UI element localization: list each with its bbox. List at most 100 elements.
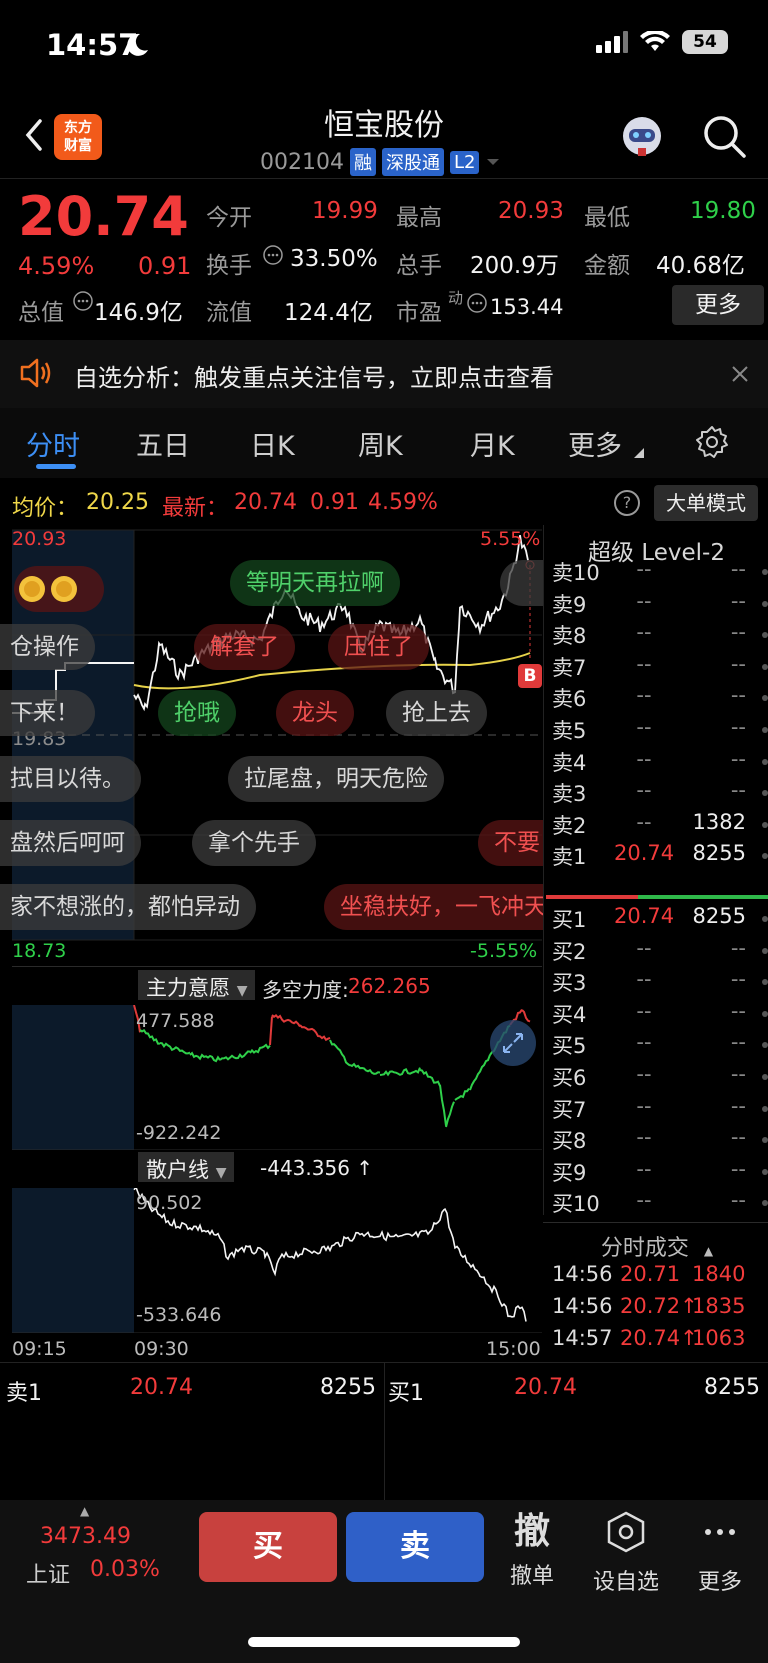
- cancel-order-button[interactable]: 撤 撤单: [492, 1510, 572, 1590]
- time-label: 09:15: [12, 1338, 67, 1360]
- pct-axis-bottom: -5.55%: [470, 940, 538, 962]
- comment-bubble[interactable]: 拿个先手: [192, 820, 316, 866]
- bid-row[interactable]: 买8 -- --: [550, 1125, 768, 1155]
- close-icon[interactable]: [730, 364, 750, 384]
- search-icon[interactable]: [700, 112, 748, 160]
- indicator1-dropdown[interactable]: 主力意愿 ▼: [138, 970, 256, 1000]
- level-label: 卖9: [552, 592, 587, 617]
- banner-text[interactable]: 自选分析：触发重点关注信号，立即点击查看: [74, 358, 554, 393]
- index-pct[interactable]: 0.03%: [90, 1557, 160, 1582]
- info-dots-icon[interactable]: [466, 292, 488, 314]
- buy-marker-b[interactable]: B: [518, 664, 542, 688]
- ask-row[interactable]: 卖7 -- --: [550, 652, 768, 682]
- tab-5day[interactable]: 五日: [136, 424, 190, 463]
- comment-bubble[interactable]: 抢哦: [158, 690, 236, 736]
- sell-button[interactable]: 卖: [346, 1512, 484, 1582]
- pe-value: 153.44: [490, 295, 564, 319]
- tick-price: 20.72↑: [620, 1294, 698, 1318]
- comment-bubble[interactable]: 等明天再拉啊: [230, 560, 400, 606]
- bid-row[interactable]: 买9 -- --: [550, 1157, 768, 1187]
- level-label: 买3: [552, 971, 587, 996]
- level-price: 20.74: [614, 904, 675, 928]
- ask-row[interactable]: 卖6 -- --: [550, 683, 768, 713]
- more-actions-button[interactable]: 更多: [680, 1510, 760, 1596]
- comment-bubble[interactable]: 抢上去: [386, 690, 487, 736]
- ticks-header[interactable]: 分时成交 ▲: [546, 1230, 768, 1262]
- info-dots-icon[interactable]: [262, 244, 284, 266]
- comment-bubble[interactable]: 解套了: [194, 624, 295, 670]
- bid-row[interactable]: 买1 20.74 8255: [550, 904, 768, 934]
- robot-assistant-icon[interactable]: [618, 112, 666, 160]
- bid-row[interactable]: 买4 -- --: [550, 999, 768, 1029]
- bid-row[interactable]: 买5 -- --: [550, 1030, 768, 1060]
- bottom-buy-price: 20.74: [514, 1375, 577, 1400]
- amount-label: 金额: [584, 253, 630, 279]
- comment-bubble[interactable]: 不要: [478, 820, 544, 866]
- comment-bubble[interactable]: 下来！: [0, 690, 95, 736]
- level-price: --: [636, 778, 652, 803]
- tab-weekly[interactable]: 周K: [358, 424, 403, 463]
- ask-row[interactable]: 卖9 -- --: [550, 589, 768, 619]
- level-price: --: [636, 715, 652, 739]
- quote-more-button[interactable]: 更多: [672, 285, 764, 325]
- header-divider: [0, 178, 768, 179]
- comment-bubble-edge[interactable]: [500, 560, 544, 606]
- index-name[interactable]: 上证: [26, 1557, 70, 1589]
- level-dot-icon: [762, 600, 768, 607]
- collapse-icon[interactable]: [490, 1020, 536, 1066]
- bigorder-mode-button[interactable]: 大单模式: [654, 485, 758, 521]
- stock-code-row[interactable]: 002104 融 深股通 L2: [260, 148, 501, 176]
- ask-row[interactable]: 卖5 -- --: [550, 715, 768, 745]
- ask-row[interactable]: 卖10 -- --: [550, 557, 768, 587]
- level-label: 买9: [552, 1160, 587, 1185]
- bottom-buy-vol: 8255: [704, 1375, 760, 1400]
- tab-monthly[interactable]: 月K: [470, 424, 515, 463]
- y-axis-bottom: 18.73: [12, 940, 67, 962]
- bid-row[interactable]: 买10 -- --: [550, 1188, 768, 1218]
- comment-bubble[interactable]: 仓操作: [0, 624, 95, 670]
- index-value[interactable]: 3473.49: [40, 1524, 131, 1549]
- bid-row[interactable]: 买3 -- --: [550, 967, 768, 997]
- tab-daily[interactable]: 日K: [250, 424, 295, 463]
- ask-row[interactable]: 卖3 -- --: [550, 778, 768, 808]
- bid-row[interactable]: 买2 -- --: [550, 936, 768, 966]
- gear-icon[interactable]: [694, 424, 730, 460]
- pe-label: 市盈: [396, 300, 442, 326]
- comment-bubble[interactable]: 坐稳扶好，一飞冲天: [324, 884, 544, 930]
- bottom-sell-label: 卖1: [6, 1381, 42, 1406]
- tab-intraday[interactable]: 分时: [26, 424, 80, 463]
- level-dot-icon: [762, 947, 768, 954]
- turnover-label: 换手: [206, 253, 252, 279]
- comment-bubble[interactable]: 拉尾盘，明天危险: [228, 756, 444, 802]
- indicator1-segment: [271, 1013, 301, 1028]
- pct-axis-top: 5.55%: [480, 528, 541, 550]
- bid-row[interactable]: 买7 -- --: [550, 1094, 768, 1124]
- level-price: --: [636, 746, 652, 771]
- level-price: --: [636, 651, 652, 676]
- comment-bubble[interactable]: 家不想涨的，都怕异动: [0, 884, 256, 930]
- caret-down-icon: ▼: [215, 1165, 227, 1181]
- home-indicator[interactable]: [248, 1637, 520, 1647]
- help-icon[interactable]: ?: [614, 490, 640, 516]
- info-dots-icon[interactable]: [72, 290, 94, 312]
- ask-row[interactable]: 卖4 -- --: [550, 747, 768, 777]
- buy-button[interactable]: 买: [199, 1512, 337, 1582]
- comment-bubble[interactable]: 压住了: [328, 624, 429, 670]
- wifi-icon: [640, 31, 670, 51]
- indicator2-dropdown[interactable]: 散户线 ▼: [138, 1152, 235, 1182]
- caret-up-icon: ▲: [80, 1504, 90, 1518]
- comment-bubble[interactable]: 拭目以待。: [0, 756, 141, 802]
- add-watchlist-button[interactable]: 设自选: [586, 1510, 666, 1596]
- level-volume: --: [730, 1188, 746, 1213]
- comment-bubble[interactable]: 盘然后呵呵: [0, 820, 141, 866]
- ask-row[interactable]: 卖1 20.74 8255: [550, 841, 768, 871]
- level-dot-icon: [762, 632, 768, 639]
- level-dot-icon: [762, 663, 768, 670]
- tick-time: 14:56: [552, 1262, 613, 1286]
- tab-more[interactable]: 更多: [568, 424, 622, 463]
- bid-row[interactable]: 买6 -- --: [550, 1062, 768, 1092]
- ask-row[interactable]: 卖2 -- 1382: [550, 810, 768, 840]
- time-label: 09:30: [134, 1338, 189, 1360]
- ask-row[interactable]: 卖8 -- --: [550, 620, 768, 650]
- comment-bubble[interactable]: 龙头: [276, 690, 354, 736]
